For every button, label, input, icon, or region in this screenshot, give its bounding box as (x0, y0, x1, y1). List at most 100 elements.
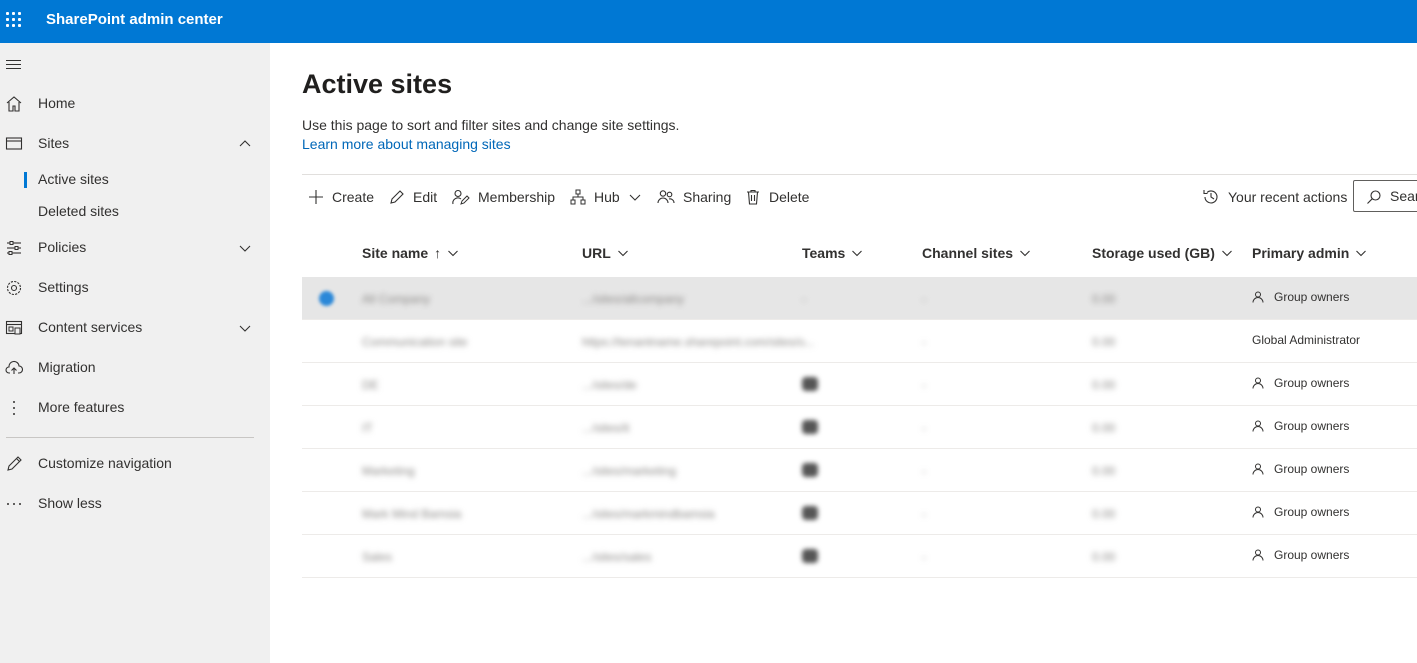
person-icon (1252, 506, 1264, 518)
column-header-channel-sites[interactable]: Channel sites (922, 245, 1031, 261)
column-header-storage-used[interactable]: Storage used (GB) (1092, 245, 1233, 261)
chevron-down-icon (1222, 250, 1232, 257)
chevron-down-icon (448, 250, 459, 257)
trash-icon (747, 189, 759, 205)
nav-item-migration[interactable]: Migration (0, 350, 270, 386)
person-icon (1252, 377, 1264, 389)
chevron-down-icon[interactable] (237, 320, 253, 336)
cell-primary-admin: Group owners (1252, 462, 1349, 476)
membership-button[interactable]: Membership (452, 185, 555, 209)
nav-item-deleted-sites[interactable]: Deleted sites (0, 198, 270, 226)
nav-label-active-sites: Active sites (38, 171, 109, 187)
cell-storage: 0.00 (1092, 550, 1116, 564)
chevron-down-icon[interactable] (237, 240, 253, 256)
cell-url[interactable]: .../sites/markmindbamsia (582, 507, 715, 521)
person-icon (1252, 420, 1264, 432)
home-icon (6, 96, 22, 112)
nav-item-content-services[interactable]: Content services (0, 310, 270, 346)
more-horizontal-icon (7, 503, 21, 505)
active-indicator (24, 172, 27, 188)
column-label-site-name: Site name (362, 245, 429, 261)
nav-item-policies[interactable]: Policies (0, 230, 270, 266)
more-vertical-icon (13, 401, 15, 415)
recent-actions-button[interactable]: Your recent actions (1202, 185, 1347, 209)
column-header-teams[interactable]: Teams (802, 245, 863, 261)
cell-url[interactable]: .../sites/allcompany (582, 292, 684, 306)
cell-teams: - (802, 292, 806, 306)
nav-item-settings[interactable]: Settings (0, 270, 270, 306)
cell-storage: 0.00 (1092, 421, 1116, 435)
nav-item-show-less[interactable]: Show less (0, 486, 270, 522)
primary-admin-label: Group owners (1274, 376, 1350, 390)
app-launcher-icon[interactable] (6, 12, 22, 28)
cell-site-name[interactable]: IT (362, 421, 373, 435)
table-row[interactable]: Marketing .../sites/marketing - 0.00 Gro… (302, 449, 1417, 492)
cell-url[interactable]: .../sites/sales (582, 550, 651, 564)
cell-site-name[interactable]: Communication site (362, 335, 467, 349)
hamburger-menu-icon[interactable] (6, 59, 22, 71)
teams-icon (802, 463, 818, 477)
cell-storage: 0.00 (1092, 378, 1116, 392)
create-button[interactable]: Create (308, 185, 374, 209)
hub-button[interactable]: Hub (570, 185, 642, 209)
cell-url[interactable]: .../sites/de (582, 378, 637, 392)
cell-url[interactable]: .../sites/marketing (582, 464, 676, 478)
nav-label-show-less: Show less (38, 495, 102, 511)
cell-site-name[interactable]: Marketing (362, 464, 415, 478)
table-row[interactable]: DE .../sites/de - 0.00 Group owners (302, 363, 1417, 406)
column-header-url[interactable]: URL (582, 245, 629, 261)
command-bar: Create Edit Membership Hub Sharing Delet… (302, 174, 1417, 218)
membership-label: Membership (478, 189, 556, 205)
nav-item-home[interactable]: Home (0, 86, 270, 122)
column-label-url: URL (582, 245, 611, 261)
column-header-primary-admin[interactable]: Primary admin (1252, 245, 1367, 261)
search-input[interactable]: Sear (1353, 180, 1417, 212)
cell-site-name[interactable]: All Company (362, 292, 430, 306)
nav-label-migration: Migration (38, 359, 96, 375)
recent-actions-label: Your recent actions (1228, 189, 1348, 205)
edit-button[interactable]: Edit (389, 185, 437, 209)
page-description: Use this page to sort and filter sites a… (302, 117, 680, 133)
table-row[interactable]: Communication site https://tenantname.sh… (302, 320, 1417, 363)
primary-admin-label: Group owners (1274, 290, 1350, 304)
table-row[interactable]: Sales .../sites/sales - 0.00 Group owner… (302, 535, 1417, 578)
cell-site-name[interactable]: Sales (362, 550, 392, 564)
nav-item-sites[interactable]: Sites (0, 126, 270, 162)
column-header-site-name[interactable]: Site name ↑ (362, 245, 459, 261)
table-row[interactable]: All Company .../sites/allcompany - - 0.0… (302, 277, 1417, 320)
nav-item-active-sites[interactable]: Active sites (0, 166, 270, 194)
page-title: Active sites (302, 69, 453, 99)
sharing-button[interactable]: Sharing (657, 185, 731, 209)
nav-label-home: Home (38, 95, 76, 111)
cell-url[interactable]: .../sites/it (582, 421, 629, 435)
chevron-down-icon (617, 250, 628, 257)
hub-label: Hub (594, 189, 620, 205)
row-select-checkbox[interactable] (319, 291, 334, 306)
create-label: Create (332, 189, 375, 205)
nav-item-customize-navigation[interactable]: Customize navigation (0, 446, 270, 482)
sites-icon (5, 137, 23, 150)
chevron-up-icon[interactable] (237, 136, 253, 152)
app-title[interactable]: SharePoint admin center (46, 11, 223, 28)
nav-item-more-features[interactable]: More features (0, 390, 270, 426)
left-navigation: Home Sites Active sites Deleted sites Po… (0, 43, 270, 663)
cell-channel-sites: - (922, 292, 926, 306)
delete-button[interactable]: Delete (745, 185, 809, 209)
person-icon (1252, 463, 1264, 475)
sort-ascending-icon: ↑ (434, 245, 442, 261)
cell-primary-admin: Group owners (1252, 548, 1349, 562)
cell-site-name[interactable]: DE (362, 378, 379, 392)
table-row[interactable]: Mark Mind Bamsia .../sites/markmindbamsi… (302, 492, 1417, 535)
cell-site-name[interactable]: Mark Mind Bamsia (362, 507, 461, 521)
cell-url[interactable]: https://tenantname.sharepoint.com/sites/… (582, 335, 814, 349)
table-row[interactable]: IT .../sites/it - 0.00 Group owners (302, 406, 1417, 449)
primary-admin-label: Group owners (1274, 548, 1350, 562)
primary-admin-label: Group owners (1274, 462, 1350, 476)
learn-more-link[interactable]: Learn more about managing sites (302, 136, 511, 152)
cell-primary-admin: Group owners (1252, 376, 1349, 390)
person-edit-icon (452, 189, 470, 205)
chevron-down-icon (629, 194, 641, 201)
nav-label-deleted-sites: Deleted sites (38, 203, 119, 219)
person-icon (1252, 291, 1264, 303)
cell-channel-sites: - (922, 378, 926, 392)
